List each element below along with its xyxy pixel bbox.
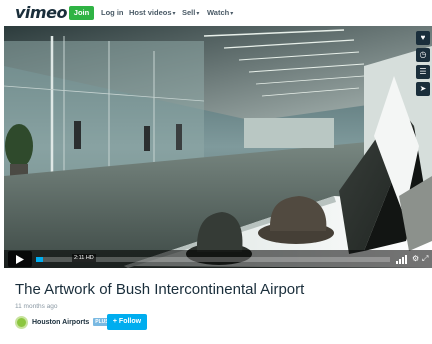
chevron-down-icon: ▾	[196, 11, 200, 17]
watch-label: Watch	[207, 8, 230, 17]
join-button[interactable]: Join	[69, 6, 94, 20]
follow-button[interactable]: + Follow	[107, 314, 147, 330]
top-navigation: vimeo Join Log in Host videos▾ Sell▾ Wat…	[0, 0, 432, 26]
host-videos-menu[interactable]: Host videos▾	[129, 8, 176, 17]
chevron-down-icon: ▾	[172, 11, 176, 17]
player-controls: 2:11 HD ⚙ ⤢	[4, 250, 432, 268]
login-link[interactable]: Log in	[101, 8, 124, 17]
send-icon[interactable]: ➤	[416, 82, 430, 96]
posted-time: 11 months ago	[15, 303, 58, 310]
fullscreen-icon[interactable]: ⤢	[422, 254, 428, 264]
chevron-down-icon: ▾	[230, 11, 234, 17]
play-button[interactable]	[8, 251, 32, 267]
login-label: Log in	[101, 8, 124, 17]
watch-menu[interactable]: Watch▾	[207, 8, 233, 17]
vimeo-logo[interactable]: vimeo	[15, 3, 67, 22]
channel-info: Houston Airports PLUS	[15, 314, 111, 330]
heart-icon[interactable]: ♥	[416, 31, 430, 45]
video-frame[interactable]	[4, 26, 432, 268]
layers-icon[interactable]: ☰	[416, 65, 430, 79]
channel-name[interactable]: Houston Airports	[32, 319, 89, 326]
time-label: 2:11 HD	[72, 254, 96, 262]
video-title: The Artwork of Bush Intercontinental Air…	[15, 281, 305, 298]
settings-icon[interactable]: ⚙	[412, 254, 419, 264]
video-player[interactable]: ♥ ◷ ☰ ➤ 2:11 HD ⚙ ⤢	[4, 26, 432, 268]
progress-fill	[36, 257, 44, 262]
volume-icon[interactable]	[396, 255, 408, 264]
progress-bar[interactable]: 2:11 HD	[36, 254, 390, 262]
sell-menu[interactable]: Sell▾	[182, 8, 199, 17]
channel-avatar[interactable]	[15, 315, 28, 329]
host-videos-label: Host videos	[129, 8, 172, 17]
play-icon	[16, 254, 24, 264]
clock-icon[interactable]: ◷	[416, 48, 430, 62]
player-side-actions: ♥ ◷ ☰ ➤	[416, 31, 430, 99]
sell-label: Sell	[182, 8, 196, 17]
